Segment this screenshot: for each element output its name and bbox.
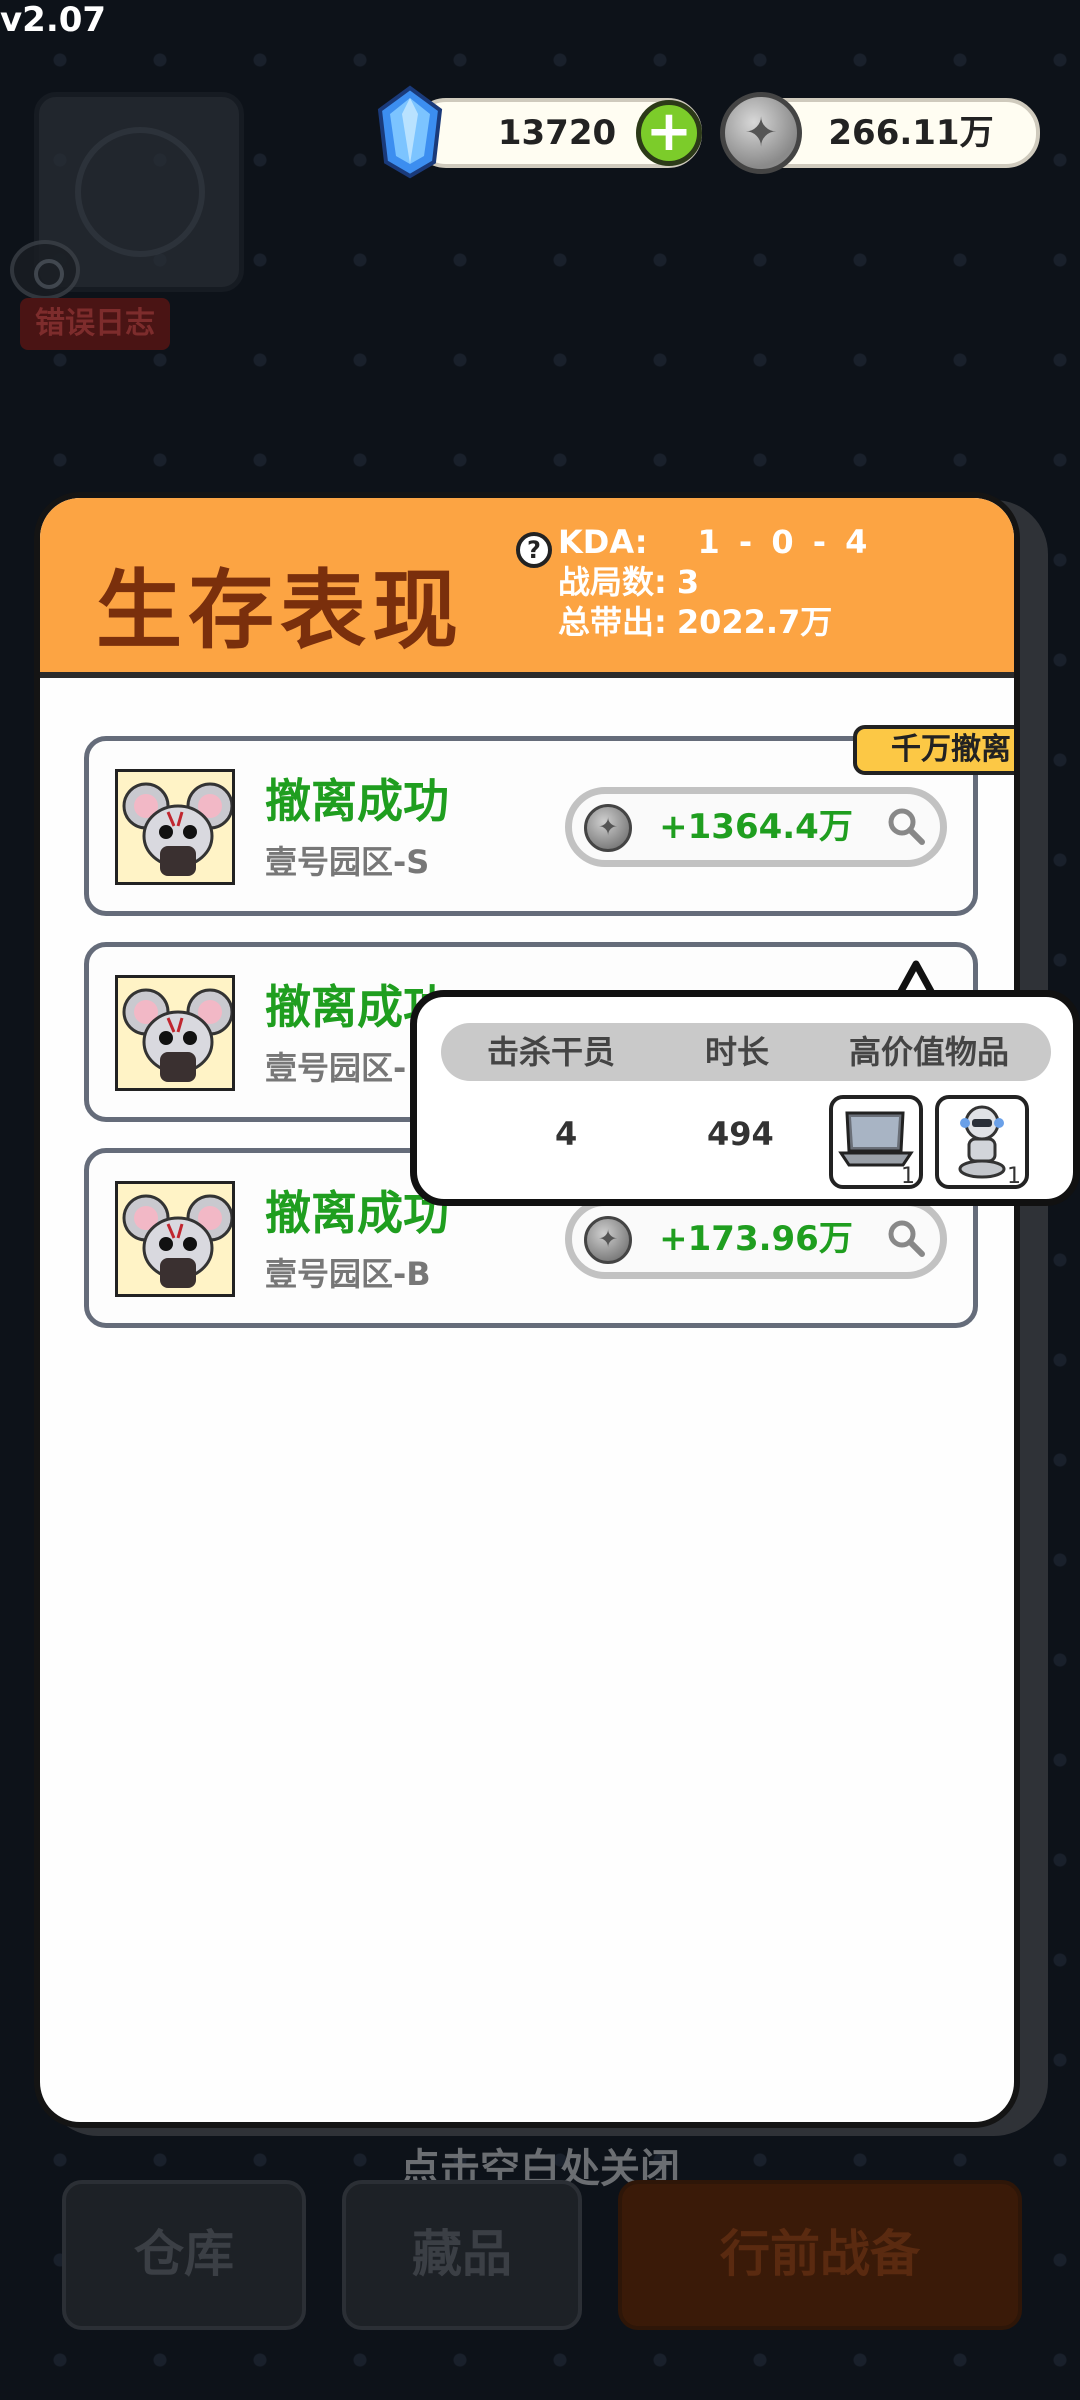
coin-counter: 266.11万 <box>762 98 1040 168</box>
ten-million-badge: 千万撤离 <box>853 725 1014 775</box>
magnifier-icon[interactable] <box>886 806 926 846</box>
modal-title: 生存表现 <box>96 561 464 661</box>
character-thumbnail <box>115 1181 235 1297</box>
matches-value: 3 <box>676 563 700 601</box>
prepare-label: 行前战备 <box>720 2225 920 2283</box>
kda-value: 1 - 0 - 4 <box>697 523 872 561</box>
summary-stats: KDA: 1 - 0 - 4 战局数: 3 总带出: 2022.7万 <box>558 522 871 642</box>
collection-label: 藏品 <box>412 2225 512 2283</box>
character-thumbnail <box>115 769 235 885</box>
record-gain-value: +173.96万 <box>659 1219 853 1259</box>
coin-icon <box>584 1216 632 1264</box>
avatar-face <box>75 127 205 257</box>
character-thumbnail <box>115 975 235 1091</box>
duration-value: 494 <box>707 1115 774 1153</box>
coin-icon <box>584 804 632 852</box>
total-label: 总带出: <box>558 603 667 641</box>
prepare-button[interactable]: 行前战备 <box>618 2180 1022 2330</box>
record-gain[interactable]: +173.96万 <box>565 1199 947 1279</box>
record-status: 撤离成功 <box>265 774 449 828</box>
item-count: 1 <box>1007 1164 1021 1189</box>
duration-header: 时长 <box>705 1033 770 1071</box>
record-zone: 壹号园区- <box>265 1049 407 1087</box>
gem-icon <box>377 85 443 179</box>
coin-icon: ✦ <box>720 92 802 174</box>
collection-button[interactable]: 藏品 <box>342 2180 582 2330</box>
warehouse-button[interactable]: 仓库 <box>62 2180 306 2330</box>
record-card[interactable]: 撤离成功 壹号园区-S +1364.4万 千万撤离 <box>84 725 1014 916</box>
record-gain[interactable]: +1364.4万 <box>565 787 947 867</box>
camera-icon[interactable] <box>10 240 80 300</box>
coin-value: 266.11万 <box>828 113 994 153</box>
record-gain-value: +1364.4万 <box>659 807 853 847</box>
version-label: v2.07 <box>0 0 107 40</box>
popup-header: 击杀干员 时长 高价值物品 <box>441 1023 1051 1081</box>
modal-header: 生存表现 ? KDA: 1 - 0 - 4 战局数: 3 总带出: 2022.7万 <box>40 498 1014 678</box>
survival-performance-modal: 生存表现 ? KDA: 1 - 0 - 4 战局数: 3 总带出: 2022.7万 撤… <box>34 492 1020 2128</box>
record-zone: 壹号园区-B <box>265 1255 431 1293</box>
add-gems-button[interactable]: + <box>636 100 702 166</box>
total-value: 2022.7万 <box>676 603 833 641</box>
help-icon[interactable]: ? <box>516 532 552 568</box>
kills-header: 击杀干员 <box>487 1033 616 1071</box>
robot-item[interactable]: 1 <box>935 1095 1029 1189</box>
matches-label: 战局数: <box>558 563 667 601</box>
kills-value: 4 <box>555 1115 578 1153</box>
valuables-header: 高价值物品 <box>849 1033 1010 1071</box>
laptop-item[interactable]: 1 <box>829 1095 923 1189</box>
warehouse-label: 仓库 <box>134 2225 234 2283</box>
record-zone: 壹号园区-S <box>265 843 430 881</box>
error-log-button[interactable]: 错误日志 <box>20 298 170 350</box>
kda-label: KDA: <box>558 523 648 561</box>
item-count: 1 <box>901 1164 915 1189</box>
magnifier-icon[interactable] <box>886 1218 926 1258</box>
record-detail-popup: 击杀干员 时长 高价值物品 4 494 1 1 <box>410 990 1080 1206</box>
